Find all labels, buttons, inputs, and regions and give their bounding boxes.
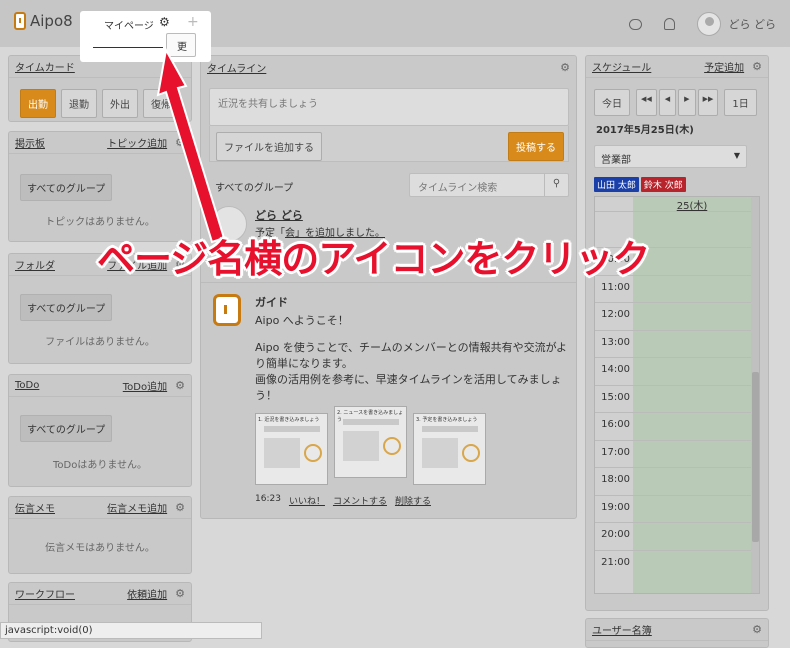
arrow-shape — [156, 47, 226, 244]
overlay-caption: ページ名横のアイコンをクリック — [97, 237, 650, 281]
annotation-arrow — [156, 47, 226, 244]
